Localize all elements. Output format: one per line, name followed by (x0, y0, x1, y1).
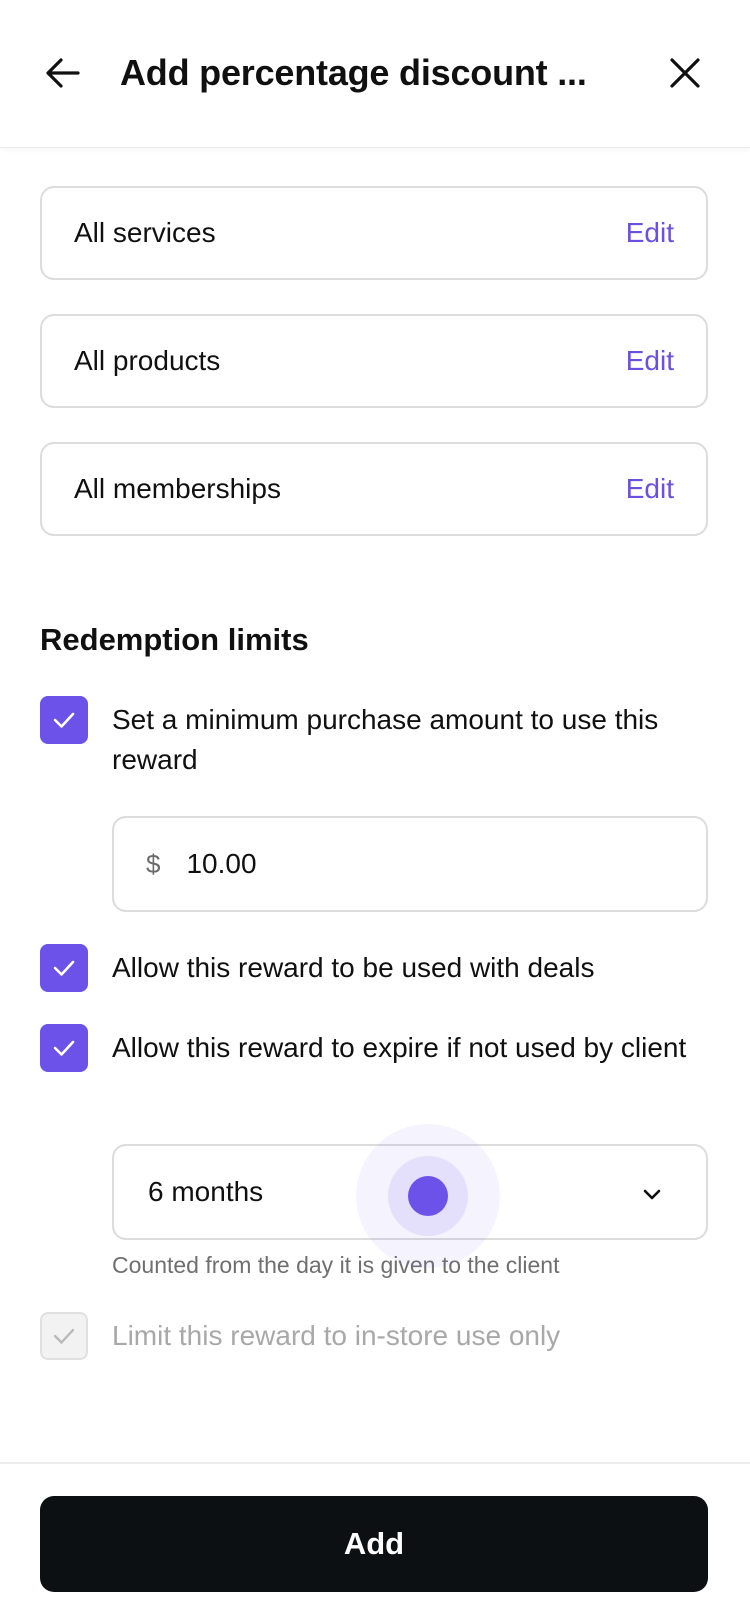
expire-label: Allow this reward to expire if not used … (112, 1032, 687, 1063)
reward-sheet: Add percentage discount ... All services… (0, 0, 750, 1624)
back-button[interactable] (40, 50, 86, 96)
deals-label: Allow this reward to be used with deals (112, 952, 595, 983)
check-icon (53, 1040, 75, 1056)
section-title-redemption-limits: Redemption limits (40, 622, 309, 657)
category-label: All memberships (74, 473, 281, 504)
category-card-services: All services Edit (40, 186, 708, 280)
deals-checkbox[interactable] (40, 944, 88, 992)
add-button[interactable]: Add (40, 1496, 708, 1592)
check-icon (53, 712, 75, 728)
min-purchase-checkbox[interactable] (40, 696, 88, 744)
sheet-header: Add percentage discount ... (0, 0, 750, 148)
close-icon (670, 58, 700, 88)
edit-services-link[interactable]: Edit (626, 217, 674, 249)
currency-symbol: $ (146, 848, 161, 879)
min-purchase-label: Set a minimum purchase amount to use thi… (112, 704, 659, 775)
check-icon (53, 960, 75, 976)
expire-checkbox[interactable] (40, 1024, 88, 1072)
category-card-memberships: All memberships Edit (40, 442, 708, 536)
edit-memberships-link[interactable]: Edit (626, 473, 674, 505)
category-card-products: All products Edit (40, 314, 708, 408)
edit-products-link[interactable]: Edit (626, 345, 674, 377)
close-button[interactable] (662, 50, 708, 96)
page-title: Add percentage discount ... (120, 52, 587, 93)
arrow-left-icon (46, 58, 80, 88)
touch-indicator-dot (408, 1176, 448, 1216)
chevron-down-icon (643, 1189, 661, 1200)
category-label: All products (74, 345, 221, 376)
in-store-label: Limit this reward to in-store use only (112, 1320, 561, 1351)
category-label: All services (74, 217, 216, 248)
min-purchase-amount-value: 10.00 (186, 848, 257, 879)
footer-divider (0, 1462, 750, 1464)
in-store-checkbox (40, 1312, 88, 1360)
check-icon (53, 1328, 75, 1344)
expiry-period-value: 6 months (148, 1176, 264, 1207)
min-purchase-amount-field[interactable]: $ 10.00 (112, 816, 708, 912)
expiry-helper-text: Counted from the day it is given to the … (112, 1252, 560, 1278)
